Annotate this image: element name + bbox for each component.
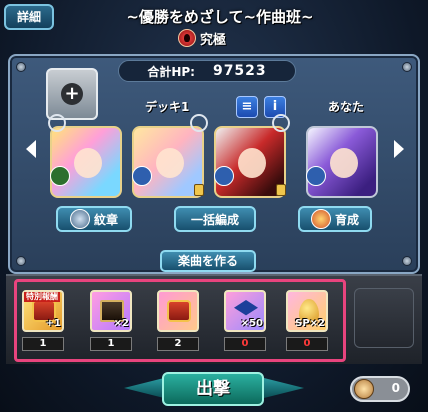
badge-icon [190,114,208,132]
add-friend-button[interactable]: + [46,68,98,120]
train-button[interactable]: 育成 [298,206,372,232]
emblem-button[interactable]: 紋章 [56,206,132,232]
plus-icon: + [61,83,83,105]
chest-icon [167,300,191,322]
character-portrait [74,148,102,178]
reward-count: 1 [90,337,132,351]
reward-multiplier: ×50 [240,318,263,329]
hp-label: 合計HP: [147,64,195,79]
stage-title: ~優勝をめざして~作曲班~ [126,8,314,26]
character-row [40,114,400,210]
character-portrait [156,148,184,178]
reward-multiplier: SP×2 [295,318,325,329]
wood-element-icon [50,166,70,186]
train-label: 育成 [334,212,359,227]
reward-count: 0 [224,337,266,351]
difficulty-row: 究極 [178,28,226,48]
screw-icon [402,62,412,72]
element-icon [306,166,326,186]
train-icon [310,209,331,229]
element-icon [132,166,152,186]
hp-value: 97523 [212,63,267,79]
emblem-label: 紋章 [93,212,118,227]
reward-multiplier: ×2 [113,318,129,329]
detail-button[interactable]: 詳細 [4,4,54,30]
reward-count: 2 [157,337,199,351]
badge-icon [48,114,66,132]
sortie-button[interactable]: 出撃 [162,372,264,406]
character-slot-1[interactable] [50,126,122,198]
reward-slot-5[interactable]: SP×2 [286,290,328,332]
reward-multiplier: +1 [45,318,61,329]
empty-side-slot [354,288,414,348]
character-portrait [238,148,266,178]
total-hp-box: 合計HP: 97523 [118,60,296,82]
you-label: あなた [328,100,365,114]
special-reward-tag: 特別報酬 [24,292,60,302]
reward-count: 1 [22,337,64,351]
toggle-value: 0 [391,381,400,395]
screw-icon [16,256,26,266]
reward-slot-1[interactable]: 特別報酬 +1 [22,290,64,332]
difficulty-label: 究極 [200,32,227,48]
list-icon: ≡ [241,99,253,114]
character-slot-4[interactable] [306,126,378,198]
badge-icon [272,114,290,132]
difficulty-icon [178,29,196,47]
deck-label: デッキ1 [145,100,190,114]
character-portrait [330,148,358,178]
reward-slot-2[interactable]: ×2 [90,290,132,332]
screw-icon [16,62,26,72]
make-music-button[interactable]: 楽曲を作る [160,250,256,272]
arrow-left-icon[interactable] [26,140,36,158]
reward-slot-4[interactable]: ×50 [224,290,266,332]
item-toggle[interactable]: 0 [350,376,410,402]
reward-slot-3[interactable] [157,290,199,332]
screw-icon [402,256,412,266]
lock-icon [194,184,204,196]
list-button[interactable]: ≡ [236,96,258,118]
element-icon [214,166,234,186]
bulk-edit-button[interactable]: 一括編成 [174,206,256,232]
emblem-icon [69,209,90,229]
reward-count: 0 [286,337,328,351]
coin-icon [354,379,374,399]
lock-icon [276,184,286,196]
